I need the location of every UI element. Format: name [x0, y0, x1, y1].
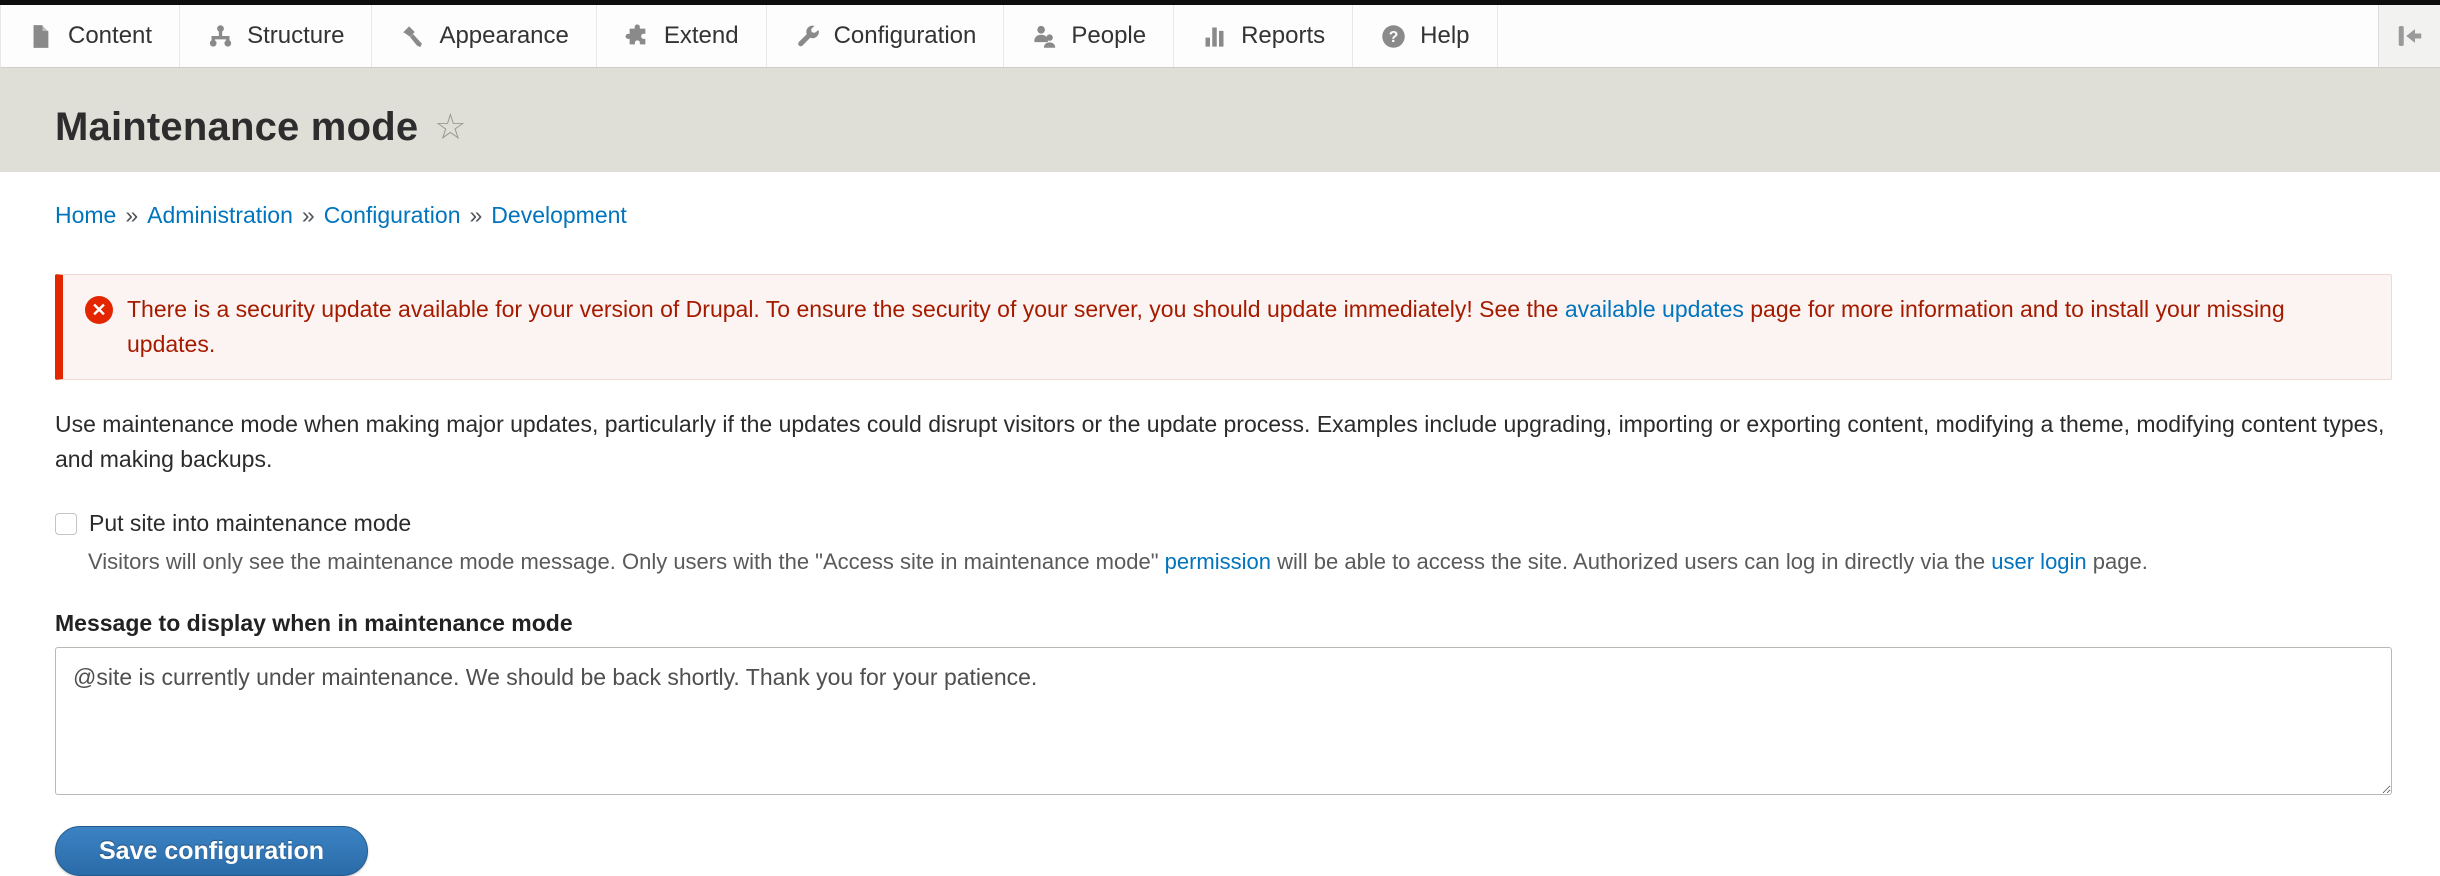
toolbar-tab-reports[interactable]: Reports	[1174, 5, 1353, 67]
toolbar-tab-label: Configuration	[834, 22, 977, 50]
breadcrumb-link-home[interactable]: Home	[55, 202, 116, 228]
help-icon: ?	[1380, 23, 1407, 50]
message-field-label: Message to display when in maintenance m…	[55, 610, 2392, 637]
breadcrumb-separator: »	[302, 202, 315, 228]
breadcrumb-separator: »	[470, 202, 483, 228]
breadcrumb-link-configuration[interactable]: Configuration	[324, 202, 461, 228]
toolbar-tab-label: Help	[1420, 22, 1469, 50]
admin-toolbar: Content Structure Appearance Extend Conf…	[0, 5, 2440, 68]
toolbar-tab-label: Appearance	[439, 22, 568, 50]
maintenance-mode-intro: Use maintenance mode when making major u…	[55, 407, 2392, 477]
toolbar-tab-extend[interactable]: Extend	[597, 5, 767, 67]
maintenance-mode-checkbox-label[interactable]: Put site into maintenance mode	[89, 510, 411, 537]
paintbrush-icon	[399, 23, 426, 50]
main-content: Home » Administration » Configuration » Develo…	[0, 172, 2440, 876]
toolbar-tab-label: Structure	[247, 22, 344, 50]
bar-chart-icon	[1201, 23, 1228, 50]
toolbar-tab-content[interactable]: Content	[1, 5, 180, 67]
puzzle-icon	[624, 23, 651, 50]
breadcrumb: Home » Administration » Configuration » Develo…	[55, 202, 2392, 229]
toolbar-tab-appearance[interactable]: Appearance	[372, 5, 596, 67]
breadcrumb-link-administration[interactable]: Administration	[147, 202, 293, 228]
page-header: Maintenance mode ☆	[0, 68, 2440, 172]
maintenance-mode-description: Visitors will only see the maintenance m…	[88, 546, 2392, 578]
security-update-error-message: ✕ There is a security update available f…	[55, 274, 2392, 380]
wrench-icon	[794, 23, 821, 50]
toolbar-orientation-toggle[interactable]	[2378, 5, 2440, 67]
toolbar-tab-label: Extend	[664, 22, 739, 50]
toolbar-tab-people[interactable]: People	[1004, 5, 1174, 67]
description-text: Visitors will only see the maintenance m…	[88, 549, 1165, 574]
error-message-text: There is a security update available for…	[127, 292, 2365, 362]
available-updates-link[interactable]: available updates	[1565, 296, 1744, 322]
collapse-left-icon	[2395, 21, 2425, 51]
svg-text:?: ?	[1389, 29, 1399, 46]
error-icon: ✕	[85, 296, 113, 324]
save-configuration-button[interactable]: Save configuration	[55, 826, 368, 876]
file-icon	[28, 23, 55, 50]
page-title: Maintenance mode	[55, 105, 418, 150]
permission-link[interactable]: permission	[1165, 549, 1271, 574]
maintenance-message-textarea[interactable]: @site is currently under maintenance. We…	[55, 647, 2392, 795]
toolbar-tab-help[interactable]: ? Help	[1353, 5, 1497, 67]
user-login-link[interactable]: user login	[1991, 549, 2086, 574]
toolbar-tab-configuration[interactable]: Configuration	[767, 5, 1005, 67]
description-text: page.	[2087, 549, 2148, 574]
sitemap-icon	[207, 23, 234, 50]
toolbar-tab-label: Content	[68, 22, 152, 50]
toolbar-tab-structure[interactable]: Structure	[180, 5, 372, 67]
error-text-before: There is a security update available for…	[127, 296, 1565, 322]
description-text: will be able to access the site. Authori…	[1271, 549, 1991, 574]
maintenance-mode-checkbox[interactable]	[55, 513, 77, 535]
toolbar-tab-label: Reports	[1241, 22, 1325, 50]
maintenance-mode-checkbox-row: Put site into maintenance mode	[55, 510, 2392, 537]
breadcrumb-separator: »	[125, 202, 138, 228]
toolbar-tab-label: People	[1071, 22, 1146, 50]
people-icon	[1031, 23, 1058, 50]
breadcrumb-link-development[interactable]: Development	[491, 202, 627, 228]
shortcut-star-icon[interactable]: ☆	[434, 109, 466, 145]
